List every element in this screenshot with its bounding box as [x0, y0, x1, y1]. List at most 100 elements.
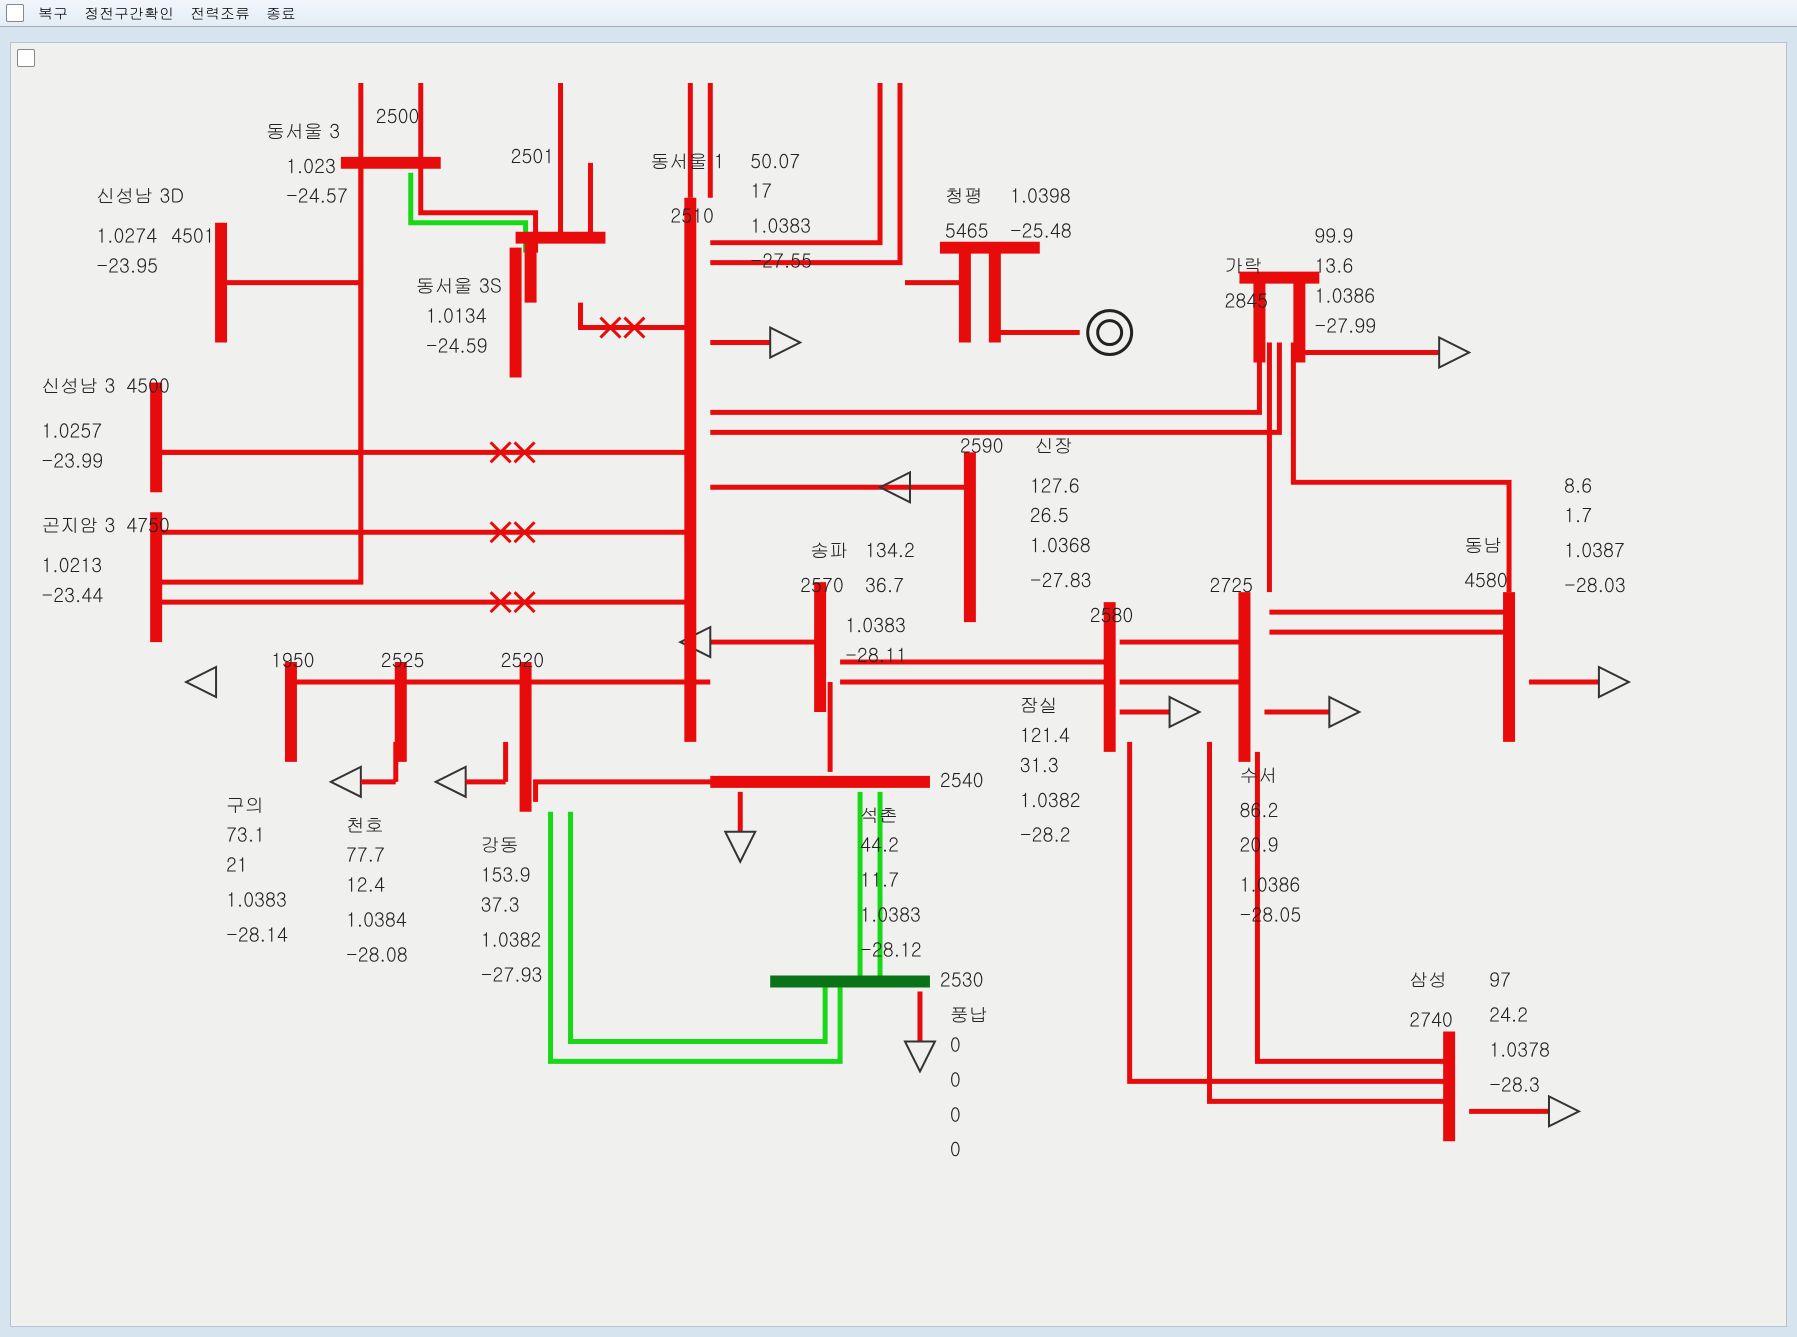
a-2845: -27.99	[1314, 313, 1376, 339]
p-2510: 50.07	[750, 148, 800, 174]
id-2740: 2740	[1409, 1006, 1453, 1032]
a-2570: -28.11	[845, 642, 907, 668]
q-4580: 1.7	[1564, 502, 1592, 528]
v-4500: 1.0257	[41, 417, 102, 443]
v-2525: 1.0384	[346, 907, 407, 933]
q-2510: 17	[750, 178, 772, 204]
a-2740: -28.3	[1489, 1071, 1540, 1097]
a-4750: -23.44	[41, 582, 103, 608]
id-2540: 2540	[940, 767, 984, 793]
name-4580: 동남	[1464, 532, 1502, 558]
name-sinseongnam3d: 신성남 3D	[96, 183, 184, 209]
v-2845: 1.0386	[1314, 283, 1375, 309]
id-2845: 2845	[1224, 288, 1268, 314]
p-2540: 44.2	[860, 832, 899, 858]
v-2510: 1.0383	[750, 213, 811, 239]
p-2570: 134.2	[865, 537, 915, 563]
menu-outage-check[interactable]: 정전구간확인	[84, 3, 174, 24]
menu-restore[interactable]: 복구	[38, 3, 68, 24]
q-1950: 21	[226, 852, 248, 878]
p-2525: 77.7	[346, 842, 385, 868]
q-2845: 13.6	[1314, 253, 1353, 279]
name-2510: 동서울 1	[650, 148, 724, 174]
name-2501: 동서울 3S	[416, 273, 502, 299]
name-1950: 구의	[226, 792, 264, 818]
name-sinseongnam3: 신성남 3	[41, 372, 115, 398]
p-2520: 153.9	[481, 862, 531, 888]
p-2590: 127.6	[1030, 472, 1080, 498]
a-4580: -28.03	[1564, 572, 1626, 598]
name-2590: 신장	[1035, 432, 1073, 458]
p-1950: 73.1	[226, 822, 265, 848]
id-2580: 2580	[1090, 602, 1134, 628]
name-2525: 천호	[346, 812, 384, 838]
v-suseo: 1.0386	[1239, 872, 1300, 898]
a-2580: -28.2	[1020, 822, 1071, 848]
id-2510: 2510	[670, 203, 714, 229]
id-4500: 4500	[126, 372, 170, 398]
p-2530: 0	[950, 1031, 961, 1057]
id-2530: 2530	[940, 967, 984, 993]
app-icon	[6, 4, 24, 22]
menu-power-flow[interactable]: 전력조류	[190, 3, 250, 24]
name-2530: 풍납	[950, 1001, 988, 1027]
v-2540: 1.0383	[860, 902, 921, 928]
q-suseo: 20.9	[1239, 832, 1278, 858]
q-2525: 12.4	[346, 872, 385, 898]
v-2501: 1.0134	[426, 303, 487, 329]
q-2520: 37.3	[481, 892, 520, 918]
name-2540: 석촌	[860, 802, 898, 828]
menu-exit[interactable]: 종료	[266, 3, 296, 24]
p-2740: 97	[1489, 967, 1511, 993]
name-suseo: 수서	[1239, 762, 1277, 788]
id-2570: 2570	[800, 572, 844, 598]
a-2510: -27.55	[750, 248, 812, 274]
id-4501: 4501	[171, 223, 215, 249]
v-4750: 1.0213	[41, 552, 102, 578]
a-2540: -28.12	[860, 937, 922, 963]
v-2500: 1.023	[286, 153, 336, 179]
v-2520: 1.0382	[481, 927, 542, 953]
v-2530: 0	[950, 1101, 961, 1127]
name-2845: 가락	[1224, 253, 1262, 279]
a-2520: -27.93	[481, 962, 543, 988]
power-network-diagram: 신성남 3D 1.0274 -23.95 4501 신성남 3 4500 1.0…	[11, 43, 1786, 1326]
name-2740: 삼성	[1409, 967, 1447, 993]
a-2500: -24.57	[286, 183, 348, 209]
p-2580: 121.4	[1020, 722, 1070, 748]
v-5465: 1.0398	[1010, 183, 1071, 209]
q-2580: 31.3	[1020, 752, 1059, 778]
id-4750: 4750	[126, 512, 170, 538]
id-5465: 5465	[945, 218, 989, 244]
q-2570: 36.7	[865, 572, 904, 598]
v-4580: 1.0387	[1564, 537, 1625, 563]
name-5465: 청평	[945, 183, 983, 209]
q-2540: 11.7	[860, 867, 899, 893]
name-2580: 잠실	[1020, 692, 1058, 718]
v-2570: 1.0383	[845, 612, 906, 638]
id-2590: 2590	[960, 432, 1004, 458]
name-gonjiam3: 곤지암 3	[41, 512, 115, 538]
id-2725: 2725	[1210, 572, 1254, 598]
name-2520: 강동	[481, 832, 519, 858]
v-2740: 1.0378	[1489, 1036, 1550, 1062]
diagram-canvas: 신성남 3D 1.0274 -23.95 4501 신성남 3 4500 1.0…	[10, 42, 1787, 1327]
a-sinseongnam3d: -23.95	[96, 253, 158, 279]
a-2501: -24.59	[426, 333, 488, 359]
id-2500: 2500	[376, 103, 420, 129]
v-2580: 1.0382	[1020, 787, 1081, 813]
id-2501: 2501	[511, 143, 555, 169]
a-2525: -28.08	[346, 942, 408, 968]
a-1950: -28.14	[226, 922, 288, 948]
p-suseo: 86.2	[1239, 797, 1278, 823]
id-2525: 2525	[381, 647, 425, 673]
a-suseo: -28.05	[1239, 902, 1301, 928]
q-2590: 26.5	[1030, 502, 1069, 528]
a-2530: 0	[950, 1136, 961, 1162]
a-5465: -25.48	[1010, 218, 1072, 244]
id-4580: 4580	[1464, 567, 1508, 593]
p-2845: 99.9	[1314, 223, 1353, 249]
id-1950: 1950	[271, 647, 315, 673]
id-2520: 2520	[501, 647, 545, 673]
v-sinseongnam3d: 1.0274	[96, 223, 157, 249]
